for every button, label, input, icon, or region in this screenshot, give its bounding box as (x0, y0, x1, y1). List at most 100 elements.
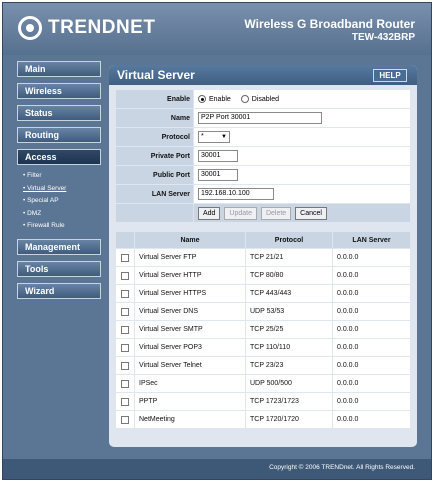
table-row: PPTP TCP 1723/1723 0.0.0.0 (115, 392, 411, 411)
row-select-cell (115, 320, 135, 339)
lan-server-input[interactable]: 192.168.10.100 (198, 188, 274, 200)
enable-label: Enable (115, 89, 194, 109)
nav-management[interactable]: Management (17, 238, 101, 255)
page-title: Virtual Server (117, 68, 195, 82)
nav-status[interactable]: Status (17, 105, 101, 121)
delete-button[interactable]: Delete (260, 206, 292, 220)
nav-main[interactable]: Main (17, 61, 101, 77)
row-lan-server: 0.0.0.0 (332, 374, 411, 393)
cancel-button[interactable]: Cancel (295, 206, 327, 220)
row-select-cell (115, 392, 135, 411)
product-title: Wireless G Broadband Router (244, 17, 415, 31)
lan-server-label: LAN Server (115, 184, 194, 204)
trendnet-logo-icon (18, 16, 42, 40)
private-port-input[interactable]: 30001 (198, 150, 238, 162)
submenu-filter[interactable]: • Filter (23, 170, 101, 183)
row-name: Virtual Server POP3 (134, 338, 246, 357)
row-lan-server: 0.0.0.0 (332, 320, 411, 339)
row-name: Virtual Server FTP (134, 248, 246, 267)
submenu-dmz-label: DMZ (27, 209, 42, 217)
chevron-down-icon: ▼ (221, 134, 227, 140)
row-checkbox[interactable] (121, 415, 129, 424)
row-name: Virtual Server SMTP (134, 320, 246, 339)
row-name: Virtual Server HTTPS (134, 284, 246, 303)
table-row: Virtual Server FTP TCP 21/21 0.0.0.0 (115, 248, 411, 267)
name-column-header: Name (134, 231, 246, 249)
add-button[interactable]: Add (198, 206, 221, 220)
nav-wizard[interactable]: Wizard (17, 282, 101, 299)
private-port-label: Private Port (115, 146, 194, 166)
router-admin-frame: TRENDNET Wireless G Broadband Router TEW… (2, 2, 432, 480)
help-button[interactable]: HELP (373, 69, 407, 82)
row-checkbox[interactable] (121, 307, 129, 316)
row-select-cell (115, 266, 135, 285)
access-submenu: • Filter • Virtual Server • Special AP •… (23, 170, 101, 233)
row-select-cell (115, 410, 135, 429)
submenu-special-ap-label: Special AP (27, 197, 59, 204)
private-port-cell: 30001 (193, 146, 411, 166)
table-row: IPSec UDP 500/500 0.0.0.0 (115, 374, 411, 393)
row-protocol: TCP 21/21 (245, 248, 333, 267)
submenu-firewall-rule[interactable]: • Firewall Rule (23, 220, 101, 233)
row-select-cell (115, 374, 135, 393)
row-select-cell (115, 356, 135, 375)
row-checkbox[interactable] (121, 289, 129, 298)
row-lan-server: 0.0.0.0 (332, 392, 411, 411)
table-row: Virtual Server POP3 TCP 110/110 0.0.0.0 (115, 338, 411, 357)
row-name: Virtual Server HTTP (134, 266, 246, 285)
enable-field: Enable Disabled (193, 89, 411, 109)
row-protocol: TCP 23/23 (245, 356, 333, 375)
row-protocol: TCP 80/80 (245, 266, 333, 285)
row-protocol: TCP 443/443 (245, 284, 333, 303)
row-select-cell (115, 302, 135, 321)
content-panel: Virtual Server HELP Enable Enable Disabl… (109, 65, 417, 447)
row-select-cell (115, 248, 135, 267)
row-checkbox[interactable] (121, 253, 129, 262)
row-checkbox[interactable] (121, 271, 129, 280)
disabled-radio[interactable] (240, 95, 249, 103)
table-row: Virtual Server DNS UDP 53/53 0.0.0.0 (115, 302, 411, 321)
row-lan-server: 0.0.0.0 (332, 338, 411, 357)
table-row: Virtual Server Telnet TCP 23/23 0.0.0.0 (115, 356, 411, 375)
nav-access[interactable]: Access (17, 149, 101, 165)
actions-label-cell (115, 203, 194, 223)
row-checkbox[interactable] (121, 397, 129, 406)
submenu-virtual-server[interactable]: • Virtual Server (23, 183, 101, 196)
copyright: Copyright © 2006 TRENDnet. All Rights Re… (269, 464, 415, 471)
row-protocol: TCP 25/25 (245, 320, 333, 339)
footer: Copyright © 2006 TRENDnet. All Rights Re… (3, 459, 431, 479)
update-button[interactable]: Update (224, 206, 257, 220)
submenu-firewall-rule-label: Firewall Rule (27, 222, 65, 229)
public-port-input[interactable]: 30001 (198, 169, 238, 181)
submenu-special-ap[interactable]: • Special AP (23, 195, 101, 208)
name-input[interactable]: P2P Port 30001 (198, 112, 322, 124)
enable-option-label: Enable (209, 95, 231, 103)
submenu-dmz[interactable]: • DMZ (23, 208, 101, 221)
submenu-filter-label: Filter (27, 172, 42, 179)
brand-name: TRENDNET (48, 17, 156, 38)
row-checkbox[interactable] (121, 361, 129, 370)
row-protocol: UDP 53/53 (245, 302, 333, 321)
name-cell: P2P Port 30001 (193, 108, 411, 128)
row-name: PPTP (134, 392, 246, 411)
product-model: TEW-432BRP (351, 32, 415, 43)
protocol-value: * (201, 133, 204, 140)
table-row: Virtual Server SMTP TCP 25/25 0.0.0.0 (115, 320, 411, 339)
row-name: Virtual Server DNS (134, 302, 246, 321)
enable-radio[interactable] (198, 95, 206, 103)
protocol-label: Protocol (115, 127, 194, 147)
name-label: Name (115, 108, 194, 128)
trendnet-logo: TRENDNET (18, 16, 155, 40)
row-checkbox[interactable] (121, 343, 129, 352)
nav-routing[interactable]: Routing (17, 127, 101, 143)
protocol-select[interactable]: * ▼ (198, 131, 230, 143)
row-lan-server: 0.0.0.0 (332, 248, 411, 267)
nav-tools[interactable]: Tools (17, 260, 101, 277)
disabled-option-label: Disabled (251, 95, 279, 103)
row-lan-server: 0.0.0.0 (332, 302, 411, 321)
row-checkbox[interactable] (121, 379, 129, 388)
row-checkbox[interactable] (121, 325, 129, 334)
lan-server-cell: 192.168.10.100 (193, 184, 411, 204)
row-name: IPSec (134, 374, 246, 393)
nav-wireless[interactable]: Wireless (17, 83, 101, 99)
